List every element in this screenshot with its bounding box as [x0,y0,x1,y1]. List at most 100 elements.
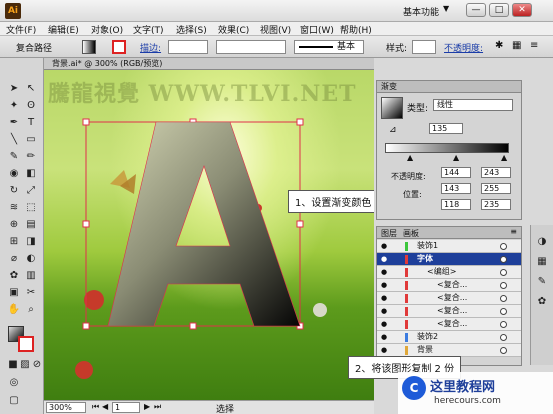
layer-row[interactable]: ● 字体 [377,253,521,266]
handle-top-left[interactable] [82,118,90,126]
target-circle-icon[interactable] [500,295,507,302]
last-page-icon[interactable]: ⏭ [154,402,161,412]
handle-bottom-left[interactable] [82,322,90,330]
page-field[interactable]: 1 [112,402,140,413]
visibility-eye-icon[interactable]: ● [379,255,389,264]
visibility-eye-icon[interactable]: ● [379,333,389,342]
target-circle-icon[interactable] [500,347,507,354]
menu-edit[interactable]: 编辑(E) [48,23,79,36]
maximize-button[interactable]: □ [489,3,509,17]
eyedropper-icon[interactable]: ⌀ [7,252,21,266]
symbols-panel-icon[interactable]: ✿ [535,295,549,309]
panel-menu-icon[interactable]: ≡ [530,40,538,51]
direct-selection-tool-icon[interactable]: ↖ [24,82,38,96]
variable-width-profile[interactable] [216,40,286,54]
handle-top-right[interactable] [296,118,304,126]
visibility-eye-icon[interactable]: ● [379,268,389,277]
stroke-label[interactable]: 描边: [140,41,161,54]
workspace-switcher[interactable]: 基本功能 [403,5,439,18]
menu-view[interactable]: 视图(V) [260,23,291,36]
document-tab[interactable]: 背景.ai* @ 300% (RGB/预览) [44,58,374,70]
gradient-tool-icon[interactable]: ◨ [24,235,38,249]
brush-definition[interactable]: 基本 [294,40,364,54]
line-tool-icon[interactable]: ╲ [7,133,21,147]
none-mode-icon[interactable]: ⊘ [30,358,44,372]
menu-file[interactable]: 文件(F) [6,23,36,36]
type-tool-icon[interactable]: T [24,116,38,130]
prev-page-icon[interactable]: ◀ [102,402,108,411]
tab-layers[interactable]: 图层 [381,228,397,239]
layers-menu-icon[interactable]: ≡ [510,227,517,236]
swatches-panel-icon[interactable]: ▦ [535,255,549,269]
screen-mode-icon[interactable]: ▢ [7,394,21,408]
gradient-stop-mid[interactable]: ▲ [453,153,459,162]
left-stop-g[interactable]: 143 [441,183,471,194]
letter-a-compound-path[interactable] [107,121,301,327]
gradient-slider[interactable] [385,143,509,153]
lasso-icon[interactable]: ʘ [24,99,38,113]
menu-object[interactable]: 对象(O) [91,23,123,36]
chevron-down-icon[interactable]: ▼ [443,4,449,13]
zoom-field[interactable]: 300% [46,402,86,413]
menu-type[interactable]: 文字(T) [133,23,164,36]
opacity-label[interactable]: 不透明度: [444,41,483,54]
rotate-tool-icon[interactable]: ↻ [7,184,21,198]
layer-row[interactable]: ● <复合... [377,318,521,331]
free-transform-icon[interactable]: ⬚ [24,201,38,215]
shape-builder-icon[interactable]: ⊕ [7,218,21,232]
selection-tool-icon[interactable]: ➤ [7,82,21,96]
visibility-eye-icon[interactable]: ● [379,294,389,303]
graph-tool-icon[interactable]: ▥ [24,269,38,283]
gradient-stop-right[interactable]: ▲ [501,153,507,162]
transform-icon[interactable]: ▦ [512,40,521,51]
next-page-icon[interactable]: ▶ [144,402,150,411]
graphic-style-field[interactable] [412,40,436,54]
visibility-eye-icon[interactable]: ● [379,320,389,329]
right-stop-r[interactable]: 243 [481,167,511,178]
layer-row[interactable]: ● 装饰2 [377,331,521,344]
right-stop-b[interactable]: 235 [481,199,511,210]
hand-tool-icon[interactable]: ✋ [7,303,21,317]
left-stop-b[interactable]: 118 [441,199,471,210]
first-page-icon[interactable]: ⏮ [92,402,99,412]
left-stop-r[interactable]: 144 [441,167,471,178]
fill-swatch[interactable] [82,40,96,54]
tab-artboards[interactable]: 画板 [403,228,419,239]
mesh-tool-icon[interactable]: ⊞ [7,235,21,249]
close-button[interactable]: ✕ [512,3,532,17]
slice-tool-icon[interactable]: ✂ [24,286,38,300]
menu-help[interactable]: 帮助(H) [340,23,372,36]
handle-right[interactable] [296,220,304,228]
zoom-tool-icon[interactable]: ⌕ [24,303,38,317]
target-circle-icon[interactable] [500,308,507,315]
paintbrush-tool-icon[interactable]: ✎ [7,150,21,164]
stroke-swatch[interactable] [112,40,126,54]
blend-tool-icon[interactable]: ◐ [24,252,38,266]
visibility-eye-icon[interactable]: ● [379,242,389,251]
stroke-color-box[interactable] [18,336,34,352]
layer-row[interactable]: ● <复合... [377,292,521,305]
gradient-panel-tab[interactable]: 渐变 [377,81,521,93]
visibility-eye-icon[interactable]: ● [379,346,389,355]
scale-tool-icon[interactable]: ⤢ [24,184,38,198]
menu-select[interactable]: 选择(S) [176,23,207,36]
gradient-stop-left[interactable]: ▲ [407,153,413,162]
perspective-grid-icon[interactable]: ▤ [24,218,38,232]
layer-row[interactable]: ● <复合... [377,305,521,318]
stroke-weight-field[interactable] [168,40,208,54]
layer-row[interactable]: ● <复合... [377,279,521,292]
right-stop-g[interactable]: 255 [481,183,511,194]
pencil-tool-icon[interactable]: ✏ [24,150,38,164]
blob-brush-icon[interactable]: ◉ [7,167,21,181]
pen-tool-icon[interactable]: ✒ [7,116,21,130]
target-circle-icon[interactable] [500,243,507,250]
visibility-eye-icon[interactable]: ● [379,281,389,290]
align-icon[interactable]: ✱ [495,40,503,51]
angle-field[interactable]: 135 [429,123,463,134]
warp-tool-icon[interactable]: ≋ [7,201,21,215]
rectangle-tool-icon[interactable]: ▭ [24,133,38,147]
target-circle-icon[interactable] [500,256,507,263]
menu-window[interactable]: 窗口(W) [300,23,334,36]
brushes-panel-icon[interactable]: ✎ [535,275,549,289]
layer-row[interactable]: ● <编组> [377,266,521,279]
